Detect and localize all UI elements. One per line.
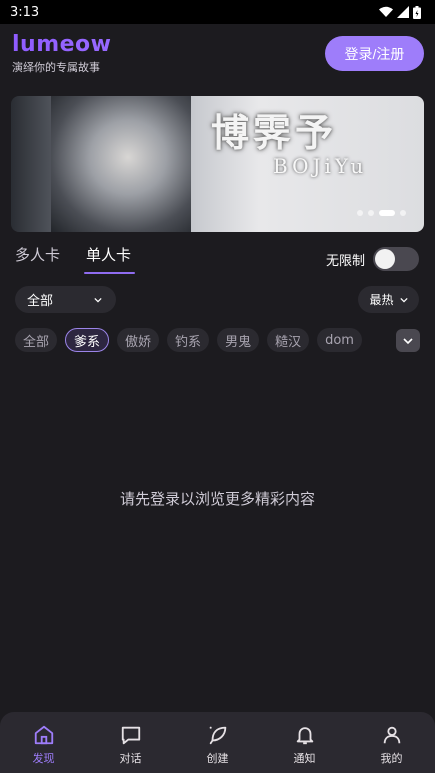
tag-chip[interactable]: 钓系 (167, 328, 210, 352)
nav-label: 我的 (380, 752, 403, 765)
category-dropdown-value: 全部 (27, 294, 54, 309)
tab-multi-character[interactable]: 多人卡 (15, 244, 60, 274)
banner-dot[interactable] (357, 210, 363, 216)
tag-chip[interactable]: 男鬼 (217, 328, 260, 352)
bottom-navigation: 发现 对话 创建 通知 我的 (0, 712, 435, 773)
banner-dot-active[interactable] (379, 210, 395, 216)
chevron-down-icon (403, 337, 413, 344)
nav-label: 创建 (206, 752, 229, 765)
app-header: lumeow 演绎你的专属故事 登录/注册 (0, 24, 435, 88)
banner-pagination (357, 210, 406, 216)
banner-dot[interactable] (400, 210, 406, 216)
banner-dot[interactable] (368, 210, 374, 216)
chevron-down-icon (399, 297, 408, 302)
category-dropdown[interactable]: 全部 (15, 286, 116, 313)
wifi-icon (379, 6, 393, 17)
tag-chip[interactable]: 傲娇 (117, 328, 160, 352)
status-time: 3:13 (10, 4, 40, 20)
chevron-down-icon (94, 297, 102, 302)
nav-label: 发现 (32, 752, 55, 765)
nav-label: 对话 (119, 752, 142, 765)
signal-icon (397, 6, 409, 18)
login-register-button[interactable]: 登录/注册 (325, 36, 424, 71)
sort-dropdown-value: 最热 (369, 293, 394, 307)
tag-chips: 全部 爹系 傲娇 钓系 男鬼 糙汉 dom (15, 328, 362, 352)
bell-icon (292, 722, 318, 748)
banner-portrait-image (51, 96, 191, 232)
battery-icon (413, 5, 421, 19)
toggle-knob (375, 249, 395, 269)
feather-icon (205, 722, 231, 748)
nav-item-discover[interactable]: 发现 (14, 722, 74, 766)
sort-dropdown[interactable]: 最热 (358, 286, 419, 313)
promo-banner[interactable]: 博霁予 BOJiYu (11, 96, 424, 232)
expand-tags-button[interactable] (396, 329, 420, 352)
unlimited-label: 无限制 (325, 253, 365, 269)
card-type-tabs: 多人卡 单人卡 (15, 244, 136, 274)
nav-item-create[interactable]: 创建 (188, 722, 248, 766)
tag-chip-selected[interactable]: 爹系 (65, 328, 110, 352)
banner-title: 博霁予 (211, 110, 338, 155)
tab-single-character[interactable]: 单人卡 (84, 244, 136, 274)
nav-label: 通知 (293, 752, 316, 765)
tag-chip[interactable]: 糙汉 (267, 328, 310, 352)
banner-subtitle: BOJiYu (273, 154, 368, 178)
home-icon (31, 722, 57, 748)
tag-chip[interactable]: dom (317, 328, 362, 352)
status-bar: 3:13 (0, 0, 435, 24)
unlimited-setting: 无限制 (326, 247, 419, 271)
chat-icon (118, 722, 144, 748)
unlimited-toggle[interactable] (373, 247, 419, 271)
nav-item-profile[interactable]: 我的 (362, 722, 422, 766)
login-prompt-message: 请先登录以浏览更多精彩内容 (119, 490, 315, 508)
user-icon (379, 722, 405, 748)
nav-item-chat[interactable]: 对话 (101, 722, 161, 766)
tag-chip[interactable]: 全部 (15, 328, 58, 352)
nav-item-notifications[interactable]: 通知 (275, 722, 335, 766)
status-icons (379, 5, 421, 19)
